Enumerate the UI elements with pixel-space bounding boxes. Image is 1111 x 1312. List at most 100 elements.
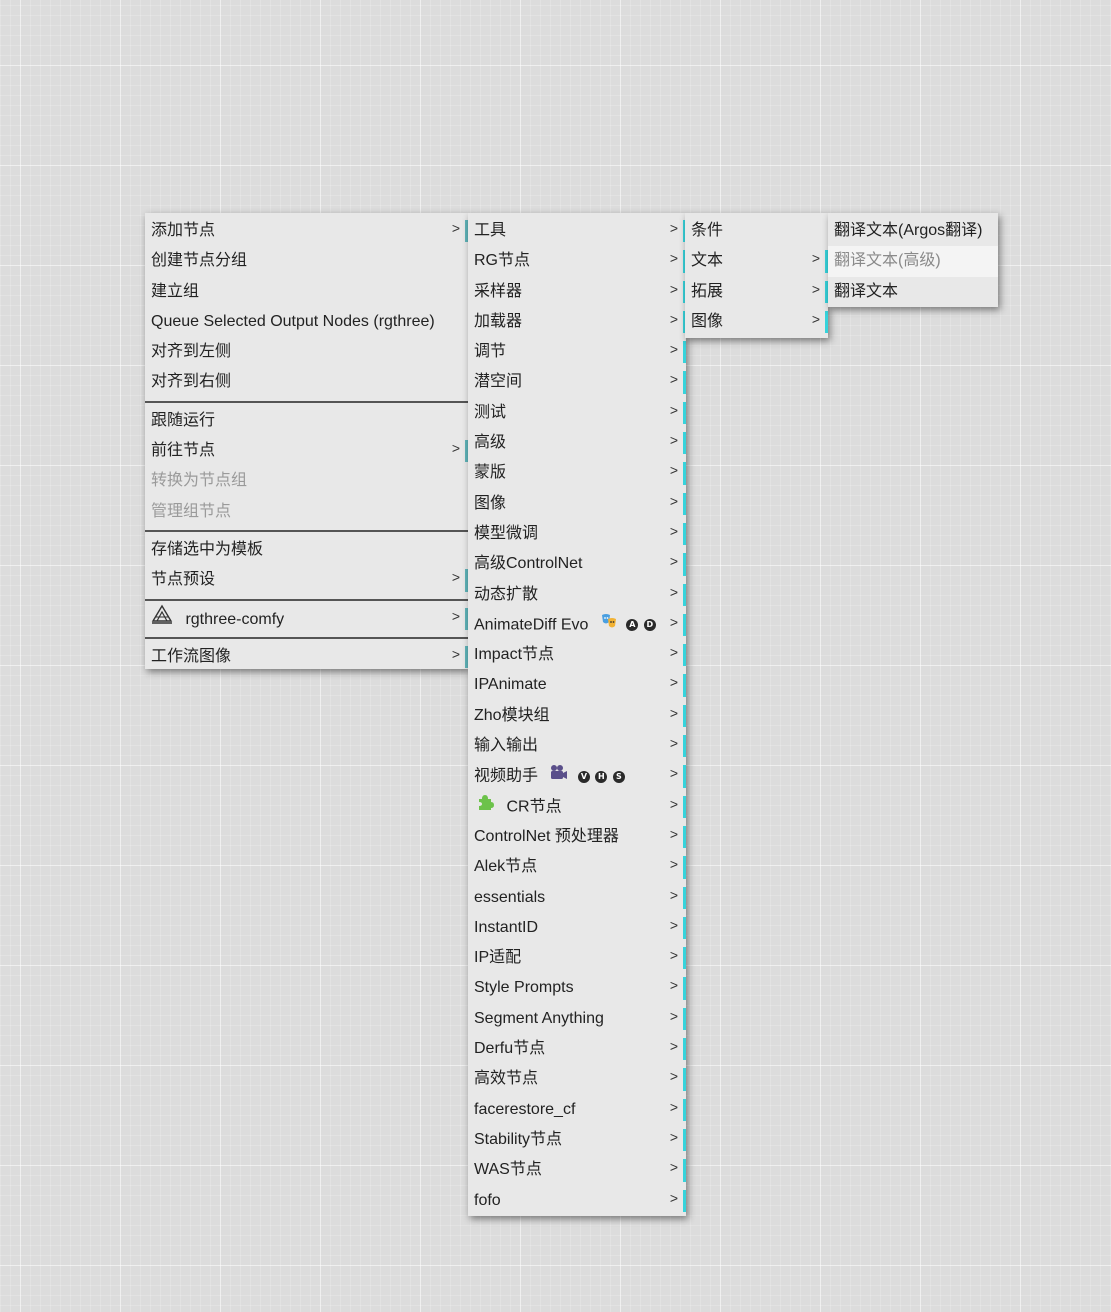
menu-item-stability-nodes[interactable]: Stability节点 > xyxy=(468,1125,686,1155)
menu-item-animate-diffusion[interactable]: 动态扩散 > xyxy=(468,580,686,610)
menu-item-loaders[interactable]: 加载器 > xyxy=(468,307,686,337)
menu-item-was-nodes[interactable]: WAS节点 > xyxy=(468,1155,686,1185)
menu-item-translate-advanced[interactable]: 翻译文本(高级) xyxy=(828,246,998,277)
menu-item-impact-nodes[interactable]: Impact节点 > xyxy=(468,640,686,670)
submenu-arrow-icon: > xyxy=(669,613,678,630)
menu-item-create-group[interactable]: 建立组 xyxy=(145,277,468,307)
menu-item-extension[interactable]: 拓展 > xyxy=(685,277,828,307)
menu-item-facerestore-cf[interactable]: facerestore_cf > xyxy=(468,1095,686,1125)
menu-item-model-finetune[interactable]: 模型微调 > xyxy=(468,519,686,549)
menu-item-animatediff-evo[interactable]: AnimateDiff Evo A D > xyxy=(468,610,686,640)
context-menu-main: 添加节点 > 创建节点分组 建立组 Queue Selected Output … xyxy=(145,213,468,669)
menu-item-translate-argos[interactable]: 翻译文本(Argos翻译) xyxy=(828,216,998,246)
menu-item-label: 工具 xyxy=(474,222,507,239)
menu-item-tools[interactable]: 工具 > xyxy=(468,216,686,246)
menu-item-testing[interactable]: 测试 > xyxy=(468,398,686,428)
menu-item-label: essentials xyxy=(474,888,546,906)
menu-item-style-prompts[interactable]: Style Prompts > xyxy=(468,973,686,1003)
submenu-arrow-icon: > xyxy=(669,1007,678,1024)
submenu-arrow-icon: > xyxy=(669,735,678,752)
menu-item-queue-selected-output[interactable]: Queue Selected Output Nodes (rgthree) xyxy=(145,307,468,337)
menu-item-conditioning[interactable]: 调节 > xyxy=(468,337,686,367)
menu-item-samplers[interactable]: 采样器 > xyxy=(468,277,686,307)
menu-item-ip-adapter[interactable]: IP适配 > xyxy=(468,943,686,973)
menu-item-rgthree-comfy[interactable]: rgthree-comfy > xyxy=(145,604,468,634)
rgthree-logo-icon xyxy=(151,604,173,635)
menu-item-video-helper[interactable]: 视频助手 V H S > xyxy=(468,761,686,791)
menu-item-label: 翻译文本(高级) xyxy=(834,252,941,270)
menu-item-manage-group-nodes: 管理组节点 xyxy=(145,497,468,527)
submenu-arrow-icon: > xyxy=(669,947,678,964)
submenu-arrow-icon: > xyxy=(669,1128,678,1145)
menu-item-instantid[interactable]: InstantID > xyxy=(468,913,686,943)
menu-item-advanced-controlnet[interactable]: 高级ControlNet > xyxy=(468,549,686,579)
submenu-arrow-icon: > xyxy=(669,674,678,691)
menu-item-label: 条件 xyxy=(691,222,724,239)
menu-item-label: 转换为节点组 xyxy=(151,472,248,490)
menu-item-mask[interactable]: 蒙版 > xyxy=(468,458,686,488)
menu-item-condition[interactable]: 条件 xyxy=(685,216,828,246)
menu-item-workflow-image[interactable]: 工作流图像 > xyxy=(145,642,468,672)
menu-item-fofo[interactable]: fofo > xyxy=(468,1186,686,1216)
menu-item-label: 管理组节点 xyxy=(151,502,232,520)
menu-item-image[interactable]: 图像 > xyxy=(685,307,828,337)
menu-item-label: 输入输出 xyxy=(474,737,539,755)
menu-item-input-output[interactable]: 输入输出 > xyxy=(468,731,686,761)
menu-item-zho-modules[interactable]: Zho模块组 > xyxy=(468,701,686,731)
menu-item-essentials[interactable]: essentials > xyxy=(468,883,686,913)
menu-item-controlnet-preprocessors[interactable]: ControlNet 预处理器 > xyxy=(468,822,686,852)
menu-item-align-left[interactable]: 对齐到左侧 xyxy=(145,337,468,367)
film-camera-icon xyxy=(550,761,568,791)
menu-item-derfu-nodes[interactable]: Derfu节点 > xyxy=(468,1034,686,1064)
menu-item-label: Stability节点 xyxy=(474,1130,563,1148)
menu-item-efficiency-nodes[interactable]: 高效节点 > xyxy=(468,1064,686,1094)
submenu-arrow-icon: > xyxy=(669,462,678,479)
menu-item-label: 拓展 xyxy=(691,282,724,300)
menu-item-alek-nodes[interactable]: Alek节点 > xyxy=(468,852,686,882)
menu-item-label: 创建节点分组 xyxy=(151,252,248,270)
menu-item-latent[interactable]: 潜空间 > xyxy=(468,367,686,397)
menu-item-align-right[interactable]: 对齐到右侧 xyxy=(145,367,468,397)
menu-item-create-group-node[interactable]: 创建节点分组 xyxy=(145,246,468,276)
submenu-arrow-icon: > xyxy=(811,250,820,267)
menu-item-label: rgthree-comfy xyxy=(185,610,285,628)
menu-item-segment-anything[interactable]: Segment Anything > xyxy=(468,1004,686,1034)
menu-item-label: CR节点 xyxy=(506,798,562,816)
menu-item-node-presets[interactable]: 节点预设 > xyxy=(145,565,468,595)
menu-item-label: 采样器 xyxy=(474,282,523,300)
menu-separator xyxy=(145,636,468,639)
menu-item-label: 工作流图像 xyxy=(151,647,232,665)
menu-item-cr-nodes[interactable]: CR节点 > xyxy=(468,792,686,822)
badge-a: A xyxy=(626,619,639,632)
menu-item-label: ControlNet 预处理器 xyxy=(474,827,619,845)
menu-item-label: 测试 xyxy=(474,403,507,421)
menu-item-label: WAS节点 xyxy=(474,1161,542,1179)
menu-item-translate-text[interactable]: 翻译文本 xyxy=(828,277,998,307)
menu-item-ipanimate[interactable]: IPAnimate > xyxy=(468,670,686,700)
menu-item-add-node[interactable]: 添加节点 > xyxy=(145,216,468,246)
menu-item-text[interactable]: 文本 > xyxy=(685,246,828,276)
context-menu-node-categories: 工具 > RG节点 > 采样器 > 加载器 > 调节 > 潜空间 > 测试 > … xyxy=(468,213,686,1216)
menu-item-label: Style Prompts xyxy=(474,979,574,997)
menu-item-advanced[interactable]: 高级 > xyxy=(468,428,686,458)
menu-item-label: 对齐到右侧 xyxy=(151,373,232,391)
menu-item-image[interactable]: 图像 > xyxy=(468,489,686,519)
menu-item-label: 高级ControlNet xyxy=(474,555,583,573)
menu-item-goto-node[interactable]: 前往节点 > xyxy=(145,436,468,466)
menu-item-label: 文本 xyxy=(691,252,724,270)
menu-item-save-as-template[interactable]: 存储选中为模板 xyxy=(145,535,468,565)
menu-item-label: Queue Selected Output Nodes (rgthree) xyxy=(151,312,435,330)
submenu-arrow-icon: > xyxy=(669,795,678,812)
menu-item-label: 跟随运行 xyxy=(151,411,216,429)
submenu-arrow-icon: > xyxy=(451,220,460,236)
submenu-arrow-icon: > xyxy=(451,645,460,662)
submenu-arrow-icon: > xyxy=(669,825,678,842)
menu-item-rg-nodes[interactable]: RG节点 > xyxy=(468,246,686,276)
menu-item-label: facerestore_cf xyxy=(474,1100,576,1118)
submenu-arrow-icon: > xyxy=(669,1038,678,1055)
menu-item-follow-execution[interactable]: 跟随运行 xyxy=(145,406,468,436)
theater-masks-icon xyxy=(601,610,617,640)
submenu-arrow-icon: > xyxy=(669,644,678,661)
menu-item-label: RG节点 xyxy=(474,252,531,270)
submenu-arrow-icon: > xyxy=(669,250,678,267)
